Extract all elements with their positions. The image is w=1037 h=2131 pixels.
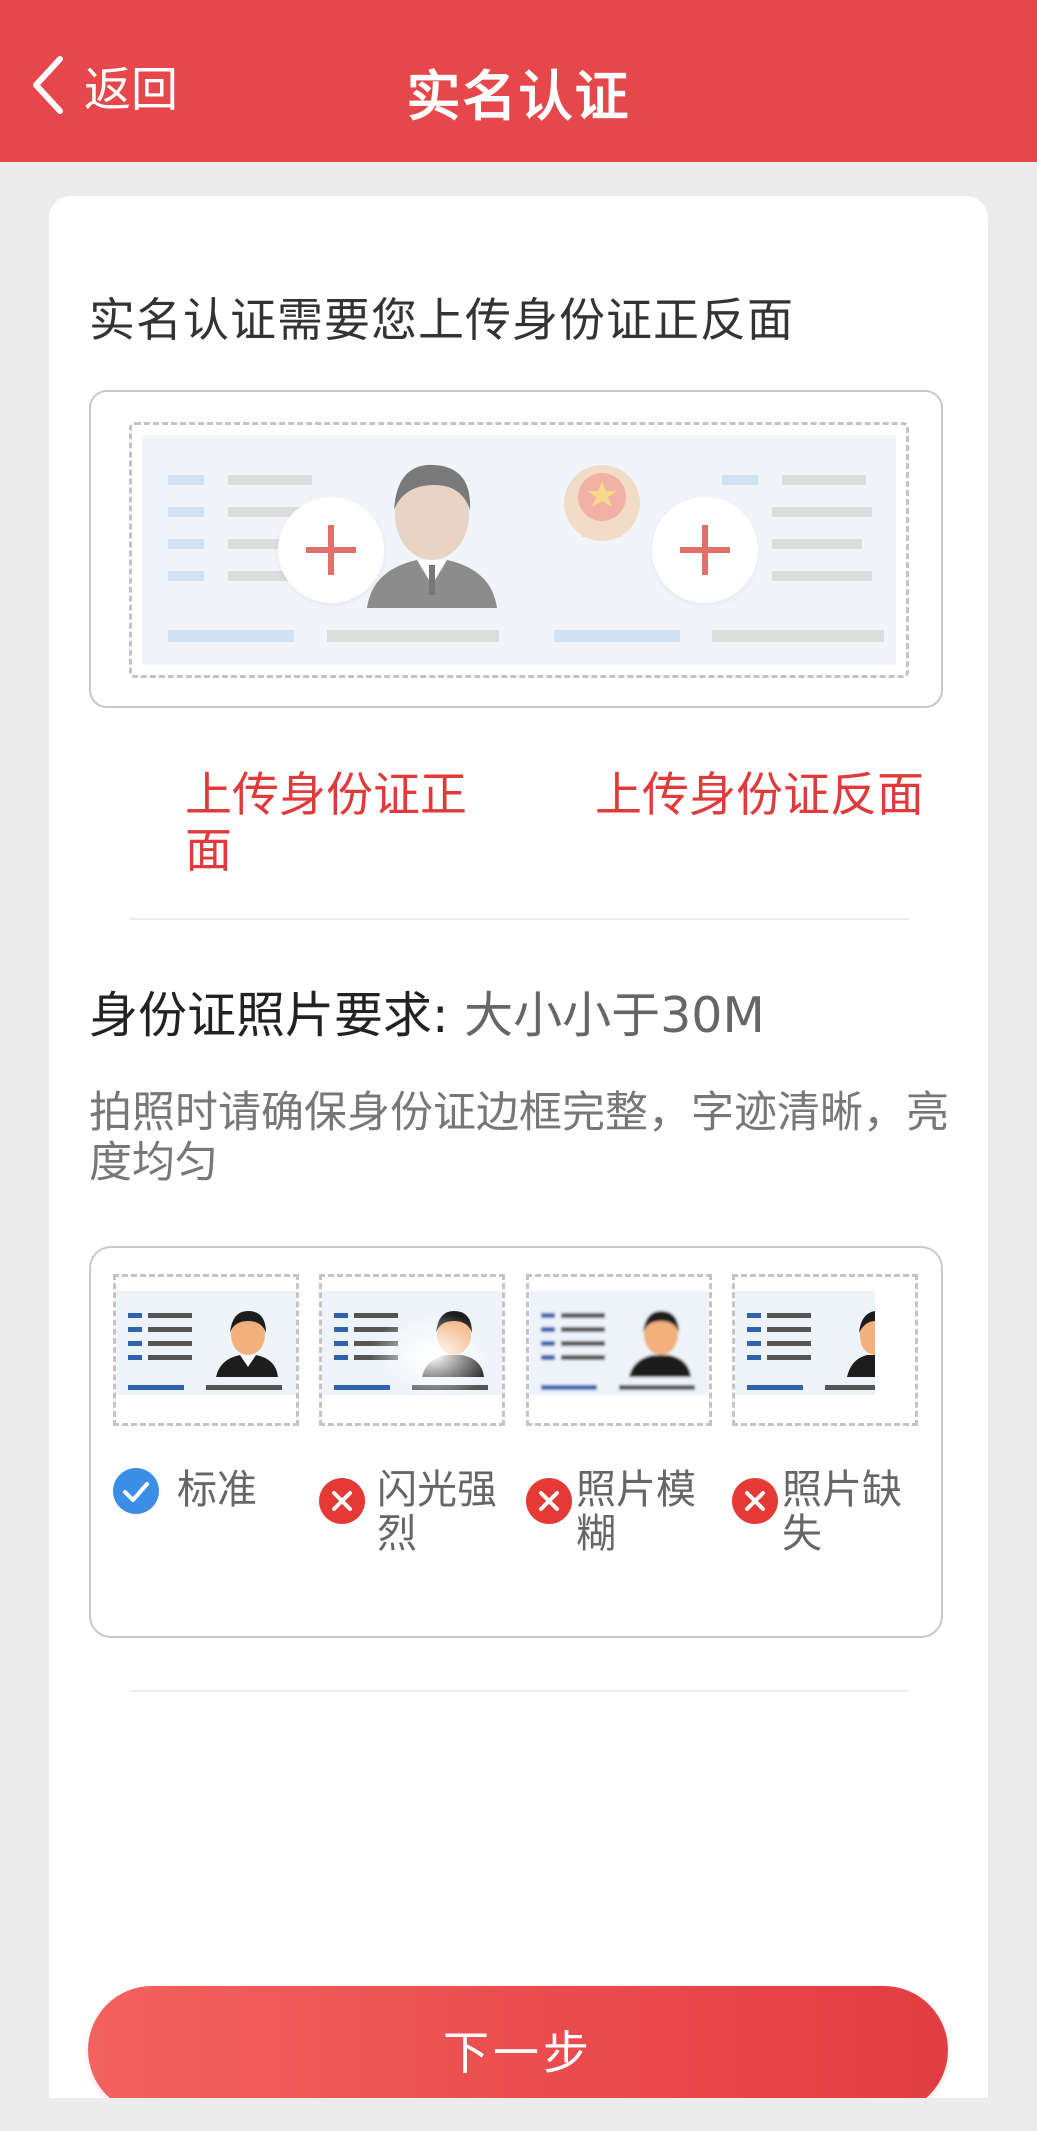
divider (129, 1690, 909, 1692)
check-icon (113, 1468, 159, 1514)
photo-requirements-heading: 身份证照片要求: 大小小于30M (89, 976, 765, 1047)
upload-back-link[interactable]: 上传身份证反面 (595, 768, 924, 824)
close-circle-icon (732, 1478, 778, 1524)
sample-image (319, 1274, 505, 1426)
intro-text: 实名认证需要您上传身份证正反面 (89, 293, 794, 347)
size-limit: 大小小于30M (464, 987, 765, 1044)
sample-image (526, 1274, 712, 1426)
close-circle-icon (319, 1478, 365, 1524)
sample-image (732, 1274, 918, 1426)
next-step-button[interactable]: 下一步 (88, 1986, 948, 2114)
close-circle-icon (526, 1478, 572, 1524)
photo-samples: 标准 闪光强烈 照片模糊 照片缺失 (89, 1246, 943, 1638)
upload-front-link[interactable]: 上传身份证正面 (185, 768, 485, 880)
sample-flash: 闪光强烈 (319, 1274, 505, 1556)
divider (129, 918, 909, 920)
sample-label: 照片缺失 (782, 1467, 902, 1557)
sample-standard: 标准 (113, 1274, 299, 1514)
id-upload-area (89, 390, 943, 708)
requirements-description: 拍照时请确保身份证边框完整，字迹清晰，亮度均匀 (89, 1088, 949, 1188)
top-bar: 返回 实名认证 (0, 0, 1037, 162)
plus-icon (680, 525, 730, 575)
sample-label: 标准 (177, 1467, 257, 1513)
upload-back-plus-button[interactable] (652, 497, 758, 603)
sample-label: 闪光强烈 (377, 1467, 497, 1557)
id-upload-frame (129, 422, 909, 678)
sample-blurry: 照片模糊 (526, 1274, 712, 1556)
bottom-edge (0, 2098, 1037, 2131)
sample-image (113, 1274, 299, 1426)
upload-front-plus-button[interactable] (278, 497, 384, 603)
sample-missing: 照片缺失 (732, 1274, 918, 1556)
id-card-illustration (142, 435, 896, 665)
page-title: 实名认证 (406, 65, 631, 128)
sample-label: 照片模糊 (576, 1467, 696, 1557)
plus-icon (306, 525, 356, 575)
verification-card: 实名认证需要您上传身份证正反面 上传身份证正面 上传身份证反面 身份证照片要求:… (49, 196, 988, 2131)
requirements-title: 身份证照片要求: (89, 987, 449, 1044)
